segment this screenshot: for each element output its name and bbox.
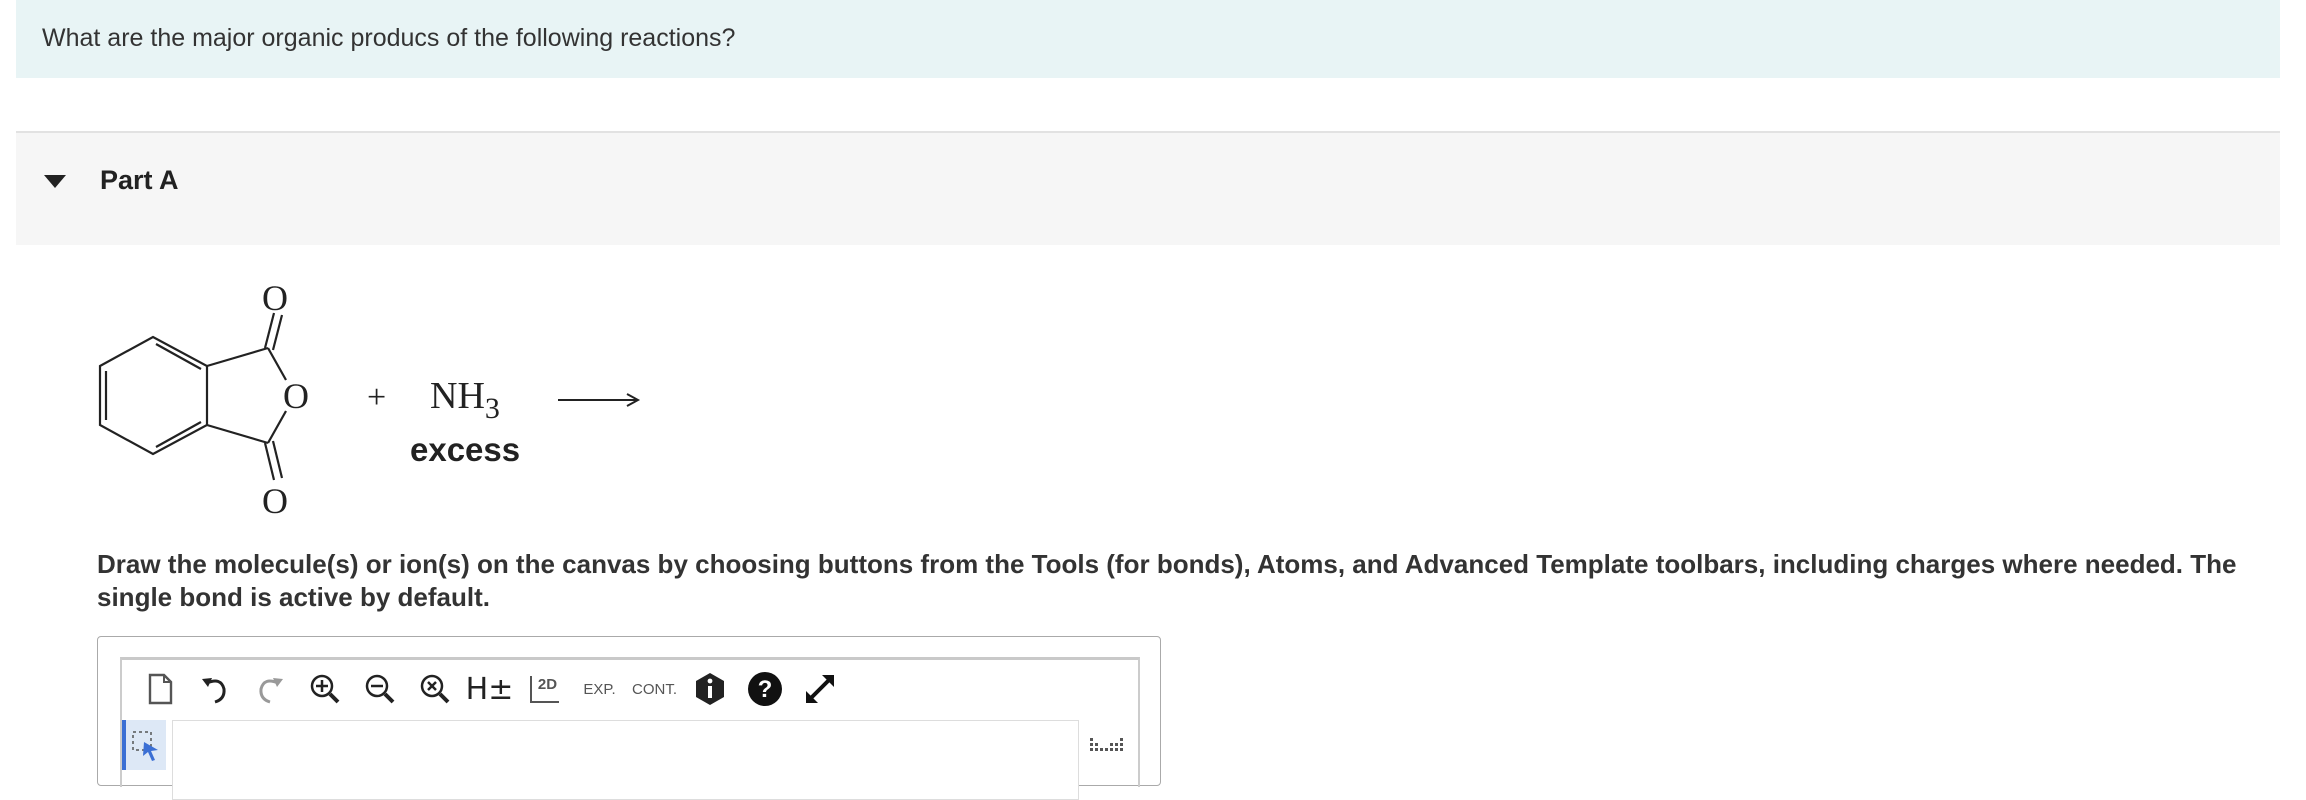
redo-button[interactable] bbox=[242, 666, 297, 712]
info-button[interactable] bbox=[682, 666, 737, 712]
condition-label: excess bbox=[410, 431, 521, 468]
hydrogen-toggle-button[interactable]: H± bbox=[462, 666, 517, 712]
document-icon bbox=[148, 673, 172, 705]
select-arrow-icon bbox=[132, 731, 158, 761]
reagent-subscript: 3 bbox=[485, 392, 500, 425]
reaction-diagram: O O O + NH3 bbox=[98, 278, 641, 521]
reagent-nh: NH bbox=[430, 375, 485, 417]
anhydride-ring bbox=[206, 312, 287, 481]
editor-toolbar: H± 2D EXP. CONT. ? bbox=[132, 666, 847, 712]
reaction-scheme: O O O + NH3 excess bbox=[90, 268, 690, 528]
new-document-button[interactable] bbox=[132, 666, 187, 712]
editor-frame: H± 2D EXP. CONT. ? bbox=[120, 657, 1140, 800]
reagent-formula: NH3 bbox=[430, 375, 500, 425]
contract-button[interactable]: CONT. bbox=[627, 666, 682, 712]
fullscreen-icon bbox=[805, 675, 834, 703]
carbonyl-o-bottom: O bbox=[262, 481, 288, 521]
expand-label: EXP. bbox=[583, 680, 616, 698]
periodic-table-button[interactable] bbox=[1088, 732, 1128, 762]
zoom-out-button[interactable] bbox=[352, 666, 407, 712]
zoom-reset-icon bbox=[420, 674, 449, 704]
clean-2d-button[interactable]: 2D bbox=[517, 666, 572, 712]
zoom-in-icon bbox=[310, 674, 339, 704]
benzene-ring bbox=[98, 335, 209, 456]
undo-icon bbox=[201, 678, 226, 704]
periodic-table-icon bbox=[1090, 738, 1123, 751]
zoom-out-icon bbox=[365, 674, 394, 704]
caret-down-icon[interactable] bbox=[44, 175, 66, 188]
reaction-arrow bbox=[558, 393, 641, 407]
expand-button[interactable]: EXP. bbox=[572, 666, 627, 712]
help-icon: ? bbox=[747, 672, 782, 706]
contract-label: CONT. bbox=[632, 680, 677, 698]
h-toggle-label: H± bbox=[465, 671, 514, 707]
instructions-text: Draw the molecule(s) or ion(s) on the ca… bbox=[97, 549, 2237, 612]
ring-o: O bbox=[283, 376, 309, 416]
undo-button[interactable] bbox=[187, 666, 242, 712]
zoom-in-button[interactable] bbox=[297, 666, 352, 712]
question-text: What are the major organic producs of th… bbox=[42, 24, 736, 52]
question-banner: What are the major organic producs of th… bbox=[16, 0, 2280, 78]
zoom-reset-button[interactable] bbox=[407, 666, 462, 712]
help-button[interactable]: ? bbox=[737, 666, 792, 712]
select-tool-button[interactable] bbox=[122, 720, 166, 770]
drawing-canvas[interactable] bbox=[172, 720, 1079, 800]
carbonyl-o-top: O bbox=[262, 278, 288, 318]
part-title: Part A bbox=[100, 165, 179, 195]
clean-2d-label: 2D bbox=[529, 675, 560, 703]
fullscreen-button[interactable] bbox=[792, 666, 847, 712]
svg-text:?: ? bbox=[757, 676, 772, 703]
molecule-editor: H± 2D EXP. CONT. ? bbox=[97, 636, 1161, 800]
plus-sign: + bbox=[367, 379, 386, 416]
part-header[interactable]: Part A bbox=[16, 131, 2280, 245]
info-icon bbox=[695, 673, 724, 705]
redo-icon bbox=[258, 678, 283, 704]
